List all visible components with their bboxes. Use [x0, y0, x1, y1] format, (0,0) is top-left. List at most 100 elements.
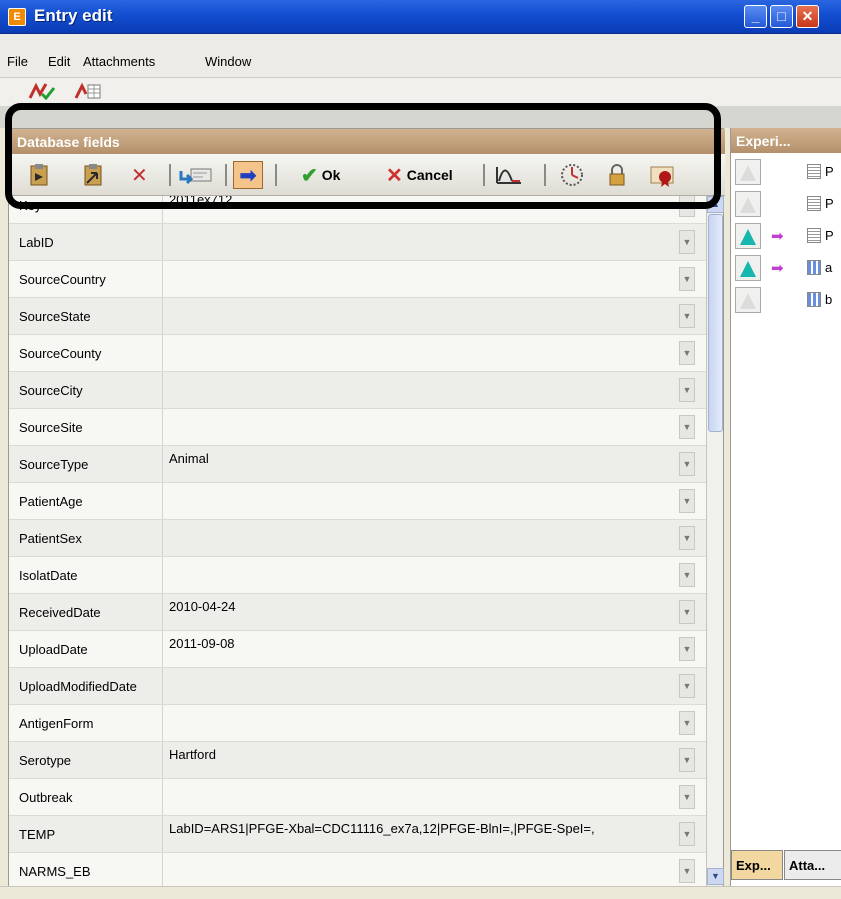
field-value[interactable]: Hartford	[162, 742, 678, 778]
certificate-icon[interactable]	[649, 163, 677, 187]
field-value[interactable]	[162, 853, 678, 886]
dropdown-button[interactable]: ▼	[679, 196, 695, 217]
dropdown-button[interactable]: ▼	[679, 452, 695, 476]
experiment-item[interactable]: ➡ P	[731, 221, 841, 251]
dropdown-button[interactable]: ▼	[679, 600, 695, 624]
delete-icon[interactable]: ✕	[131, 163, 148, 187]
field-value[interactable]	[162, 298, 678, 334]
dropdown-button[interactable]: ▼	[679, 526, 695, 550]
document-icon	[807, 196, 821, 211]
dropdown-button[interactable]: ▼	[679, 378, 695, 402]
field-row: TEMP LabID=ARS1|PFGE-Xbal=CDC11116_ex7a,1…	[9, 816, 706, 853]
field-row: Key 2011ex712 ▼	[9, 196, 706, 224]
dropdown-button[interactable]: ▼	[679, 230, 695, 254]
experiment-item[interactable]: P	[731, 189, 841, 219]
chart-table-icon[interactable]	[74, 82, 102, 100]
field-row: SourceSite ▼	[9, 409, 706, 446]
menu-window[interactable]: Window	[205, 54, 251, 69]
field-value[interactable]: Animal	[162, 446, 678, 482]
field-label: SourceCounty	[19, 346, 102, 361]
flask-icon	[735, 255, 761, 281]
field-value[interactable]	[162, 335, 678, 371]
scroll-thumb[interactable]	[708, 214, 723, 432]
field-row: SourceCountry ▼	[9, 261, 706, 298]
dropdown-button[interactable]: ▼	[679, 341, 695, 365]
dropdown-button[interactable]: ▼	[679, 489, 695, 513]
field-value[interactable]	[162, 224, 678, 260]
field-value[interactable]: 2011-09-08	[162, 631, 678, 667]
ok-button[interactable]: ✔ Ok	[301, 163, 340, 187]
clock-icon[interactable]	[558, 163, 586, 187]
field-value[interactable]: LabID=ARS1|PFGE-Xbal=CDC11116_ex7a,12|PF…	[162, 816, 678, 852]
dropdown-button[interactable]: ▼	[679, 748, 695, 772]
paste-into-icon[interactable]	[81, 163, 105, 187]
x-icon: ✕	[386, 164, 403, 187]
field-value[interactable]	[162, 520, 678, 556]
dropdown-button[interactable]: ▼	[679, 822, 695, 846]
field-value[interactable]	[162, 261, 678, 297]
lock-icon[interactable]	[605, 163, 629, 187]
field-value[interactable]	[162, 779, 678, 815]
tab-experiments[interactable]: Exp...	[731, 850, 783, 880]
field-value[interactable]	[162, 557, 678, 593]
field-row: SourceState ▼	[9, 298, 706, 335]
field-label: Outbreak	[19, 790, 73, 805]
experiment-item[interactable]: b	[731, 285, 841, 315]
panel-tabs: Exp... Atta...	[731, 850, 841, 880]
experiment-item[interactable]: P	[731, 157, 841, 187]
tab-attachments[interactable]: Atta...	[784, 850, 841, 880]
dropdown-button[interactable]: ▼	[679, 304, 695, 328]
field-label: Key	[19, 198, 42, 213]
field-row: AntigenForm ▼	[9, 705, 706, 742]
field-row: UploadModifiedDate ▼	[9, 668, 706, 705]
experiment-name: P	[825, 228, 834, 243]
chart-icon[interactable]	[494, 163, 524, 187]
field-value[interactable]	[162, 372, 678, 408]
menu-edit[interactable]: Edit	[48, 54, 70, 69]
toolbar-separator	[483, 164, 485, 186]
close-button[interactable]: ✕	[796, 5, 819, 28]
field-row: ReceivedDate 2010-04-24 ▼	[9, 594, 706, 631]
menu-bar: File Edit Attachments Window	[0, 34, 841, 78]
dropdown-button[interactable]: ▼	[679, 267, 695, 291]
dropdown-button[interactable]: ▼	[679, 637, 695, 661]
scroll-up-button[interactable]: ▲	[707, 196, 724, 213]
dropdown-button[interactable]: ▼	[679, 674, 695, 698]
experiment-name: P	[825, 164, 834, 179]
field-label: PatientAge	[19, 494, 83, 509]
field-value[interactable]	[162, 483, 678, 519]
field-label: PatientSex	[19, 531, 82, 546]
field-value[interactable]	[162, 705, 678, 741]
dropdown-button[interactable]: ▼	[679, 415, 695, 439]
paste-icon[interactable]	[27, 163, 51, 187]
entry-edit-window: E Entry edit _ □ ✕ File Edit Attachments…	[0, 0, 841, 899]
fields-scrollbar[interactable]: ▲ ▼	[706, 196, 724, 886]
document-icon	[807, 164, 821, 179]
dropdown-button[interactable]: ▼	[679, 711, 695, 735]
field-value[interactable]: 2011ex712	[162, 196, 678, 223]
maximize-button[interactable]: □	[770, 5, 793, 28]
dropdown-button[interactable]: ▼	[679, 563, 695, 587]
experiments-panel: Experi... P P ➡ P ➡ a b Exp... Atta...	[730, 128, 841, 886]
chart-check-icon[interactable]	[28, 82, 56, 100]
field-value[interactable]	[162, 409, 678, 445]
check-icon: ✔	[301, 164, 318, 187]
cancel-button[interactable]: ✕ Cancel	[386, 163, 453, 187]
menu-attachments[interactable]: Attachments	[83, 54, 155, 69]
dropdown-button[interactable]: ▼	[679, 785, 695, 809]
field-row: LabID ▼	[9, 224, 706, 261]
document-icon	[807, 228, 821, 243]
minimize-button[interactable]: _	[744, 5, 767, 28]
navigate-arrow-icon[interactable]: ➡	[233, 161, 263, 189]
experiment-item[interactable]: ➡ a	[731, 253, 841, 283]
field-value[interactable]: 2010-04-24	[162, 594, 678, 630]
field-label: Serotype	[19, 753, 72, 768]
menu-file[interactable]: File	[7, 54, 28, 69]
database-fields-panel: Database fields ✕ ➡ ✔ Ok ✕ Cancel Key 2011e…	[8, 128, 725, 886]
field-row: UploadDate 2011-09-08 ▼	[9, 631, 706, 668]
scroll-down-button[interactable]: ▼	[707, 868, 724, 885]
dropdown-button[interactable]: ▼	[679, 859, 695, 883]
field-row: SourceType Animal ▼	[9, 446, 706, 483]
field-value[interactable]	[162, 668, 678, 704]
import-fields-icon[interactable]	[179, 163, 213, 187]
